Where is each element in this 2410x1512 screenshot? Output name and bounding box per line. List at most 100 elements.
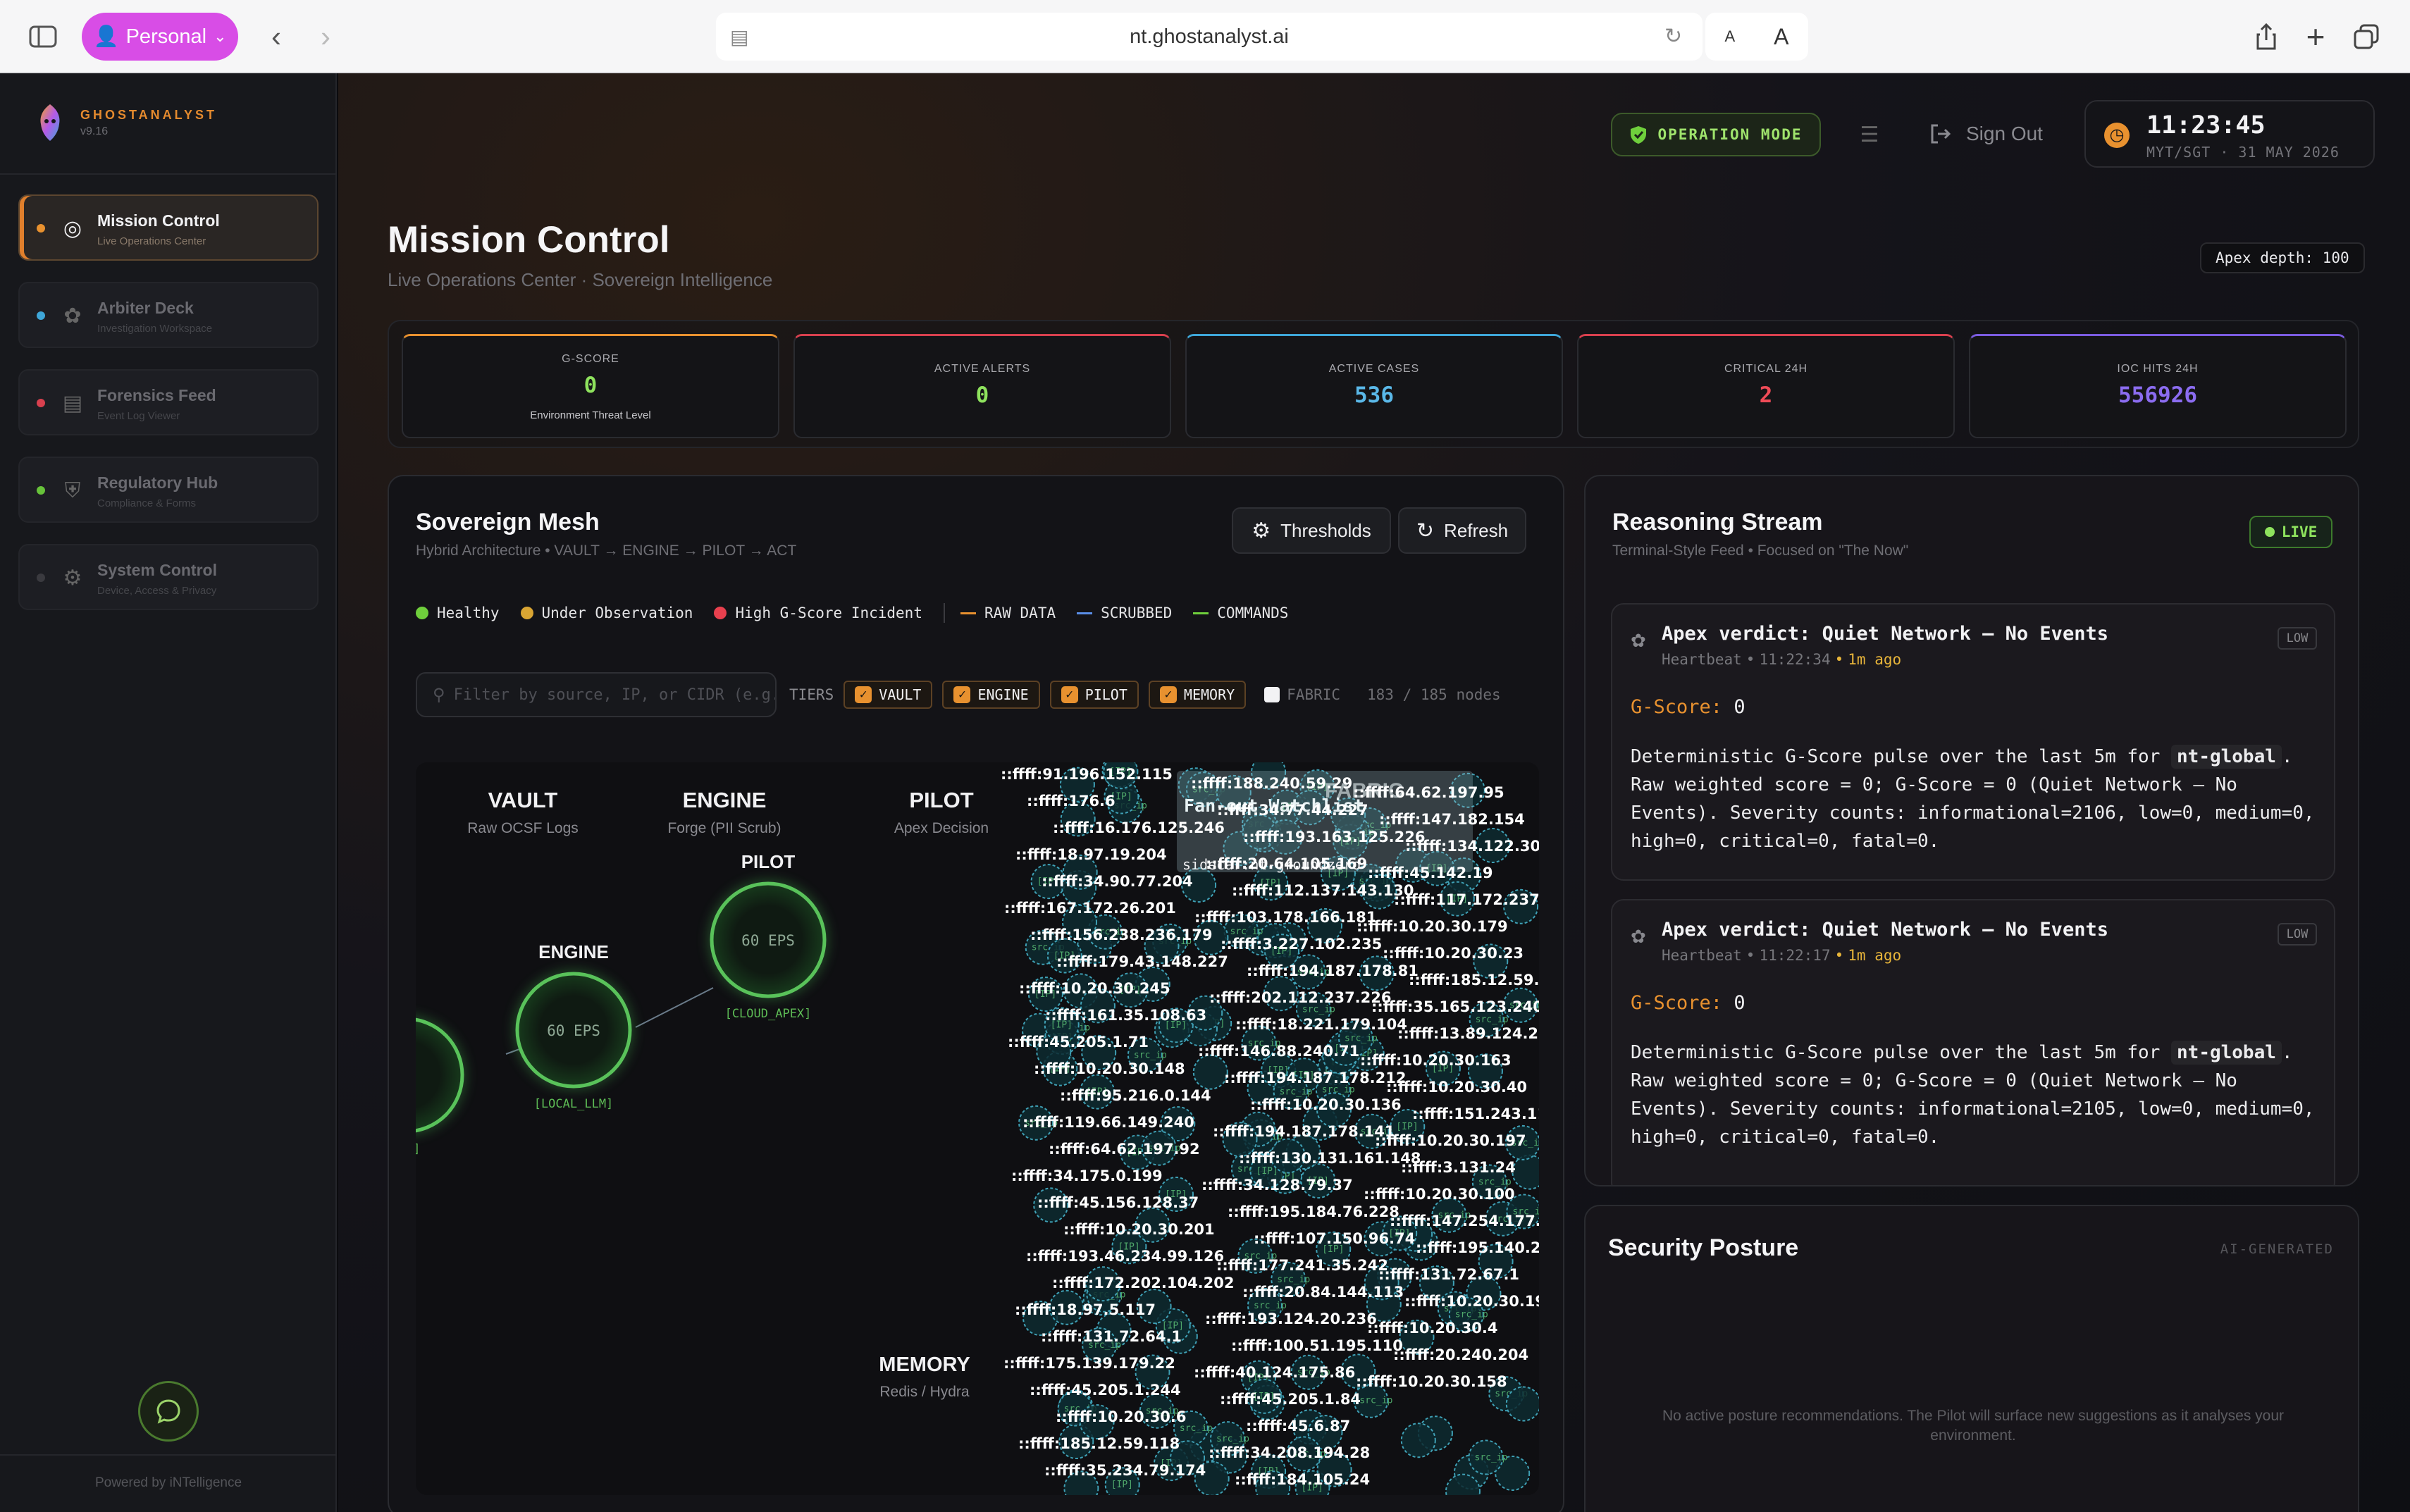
operation-mode-badge[interactable]: OPERATION MODE xyxy=(1611,113,1821,156)
checkbox[interactable] xyxy=(1264,687,1280,702)
stat-card-critical-24h[interactable]: CRITICAL 24H 2 xyxy=(1577,334,1955,438)
mesh-filter-input[interactable]: ⚲ Filter by source, IP, or CIDR (e.g. 10… xyxy=(416,672,777,717)
forward-arrow-icon[interactable]: › xyxy=(310,18,341,55)
back-arrow-icon[interactable]: ‹ xyxy=(261,18,292,55)
text-larger-button[interactable]: A xyxy=(1774,24,1788,50)
sign-out-button[interactable]: Sign Out xyxy=(1929,120,2043,148)
sidebar-item-sublabel: Live Operations Center xyxy=(97,235,206,247)
mesh-node-pilot[interactable]: PILOT 60 EPS [CLOUD_APEX] xyxy=(707,851,829,1021)
share-icon[interactable] xyxy=(2251,18,2282,55)
tier-toggle-engine[interactable]: ✓ ENGINE xyxy=(942,681,1040,709)
stream-card[interactable]: ✿ Apex verdict: Quiet Network — No Events… xyxy=(1611,899,2335,1185)
fabric-node[interactable] xyxy=(1400,1423,1436,1458)
text-smaller-button[interactable]: A xyxy=(1724,27,1735,46)
mesh-graph-canvas[interactable]: VAULT Raw OCSF Logs ENGINE Forge (PII Scrub… xyxy=(416,762,1539,1495)
stream-card[interactable]: ✿ Apex verdict: Quiet Network — No Events… xyxy=(1611,603,2335,881)
ip-label: ::ffff:10.20.30.179 xyxy=(1357,918,1508,935)
node-tag: [CLOUD_APEX] xyxy=(725,1007,812,1021)
ip-label: ::ffff:91.196.152.115 xyxy=(1001,766,1173,783)
ip-label: ::ffff:10.20.30.158 xyxy=(1356,1373,1507,1390)
ip-label: ::ffff:188.240.59.29 xyxy=(1191,775,1352,792)
mesh-node-engine[interactable]: ENGINE 60 EPS [LOCAL_LLM] xyxy=(513,941,634,1111)
ip-label: ::ffff:10.20.30.100 xyxy=(1364,1186,1515,1203)
target-icon: ◎ xyxy=(63,217,82,240)
fabric-node[interactable] xyxy=(1512,1154,1539,1190)
sign-out-icon xyxy=(1931,124,1951,144)
stat-label: ACTIVE ALERTS xyxy=(934,363,1031,375)
clock-icon: ◷ xyxy=(2104,123,2130,148)
ip-label: ::ffff:10.20.30.148 xyxy=(1034,1060,1185,1077)
divider xyxy=(0,173,337,175)
stat-card-active-cases[interactable]: ACTIVE CASES 536 xyxy=(1185,334,1563,438)
stat-value: 536 xyxy=(1354,383,1394,408)
menu-icon[interactable]: ☰ xyxy=(1858,123,1881,147)
stream-subtitle: Terminal-Style Feed • Focused on "The No… xyxy=(1612,543,1909,559)
chevron-down-icon: ⌄ xyxy=(214,27,227,45)
tier-toggle-memory[interactable]: ✓ MEMORY xyxy=(1148,681,1247,709)
reload-icon[interactable]: ↻ xyxy=(1664,24,1682,49)
fabric-node-tag: src_ip xyxy=(1254,1301,1287,1311)
stat-card-g-score[interactable]: G-SCORE 0 Environment Threat Level xyxy=(402,334,779,438)
ip-label: ::ffff:18.97.19.204 xyxy=(1015,846,1167,863)
sidebar-item-sublabel: Device, Access & Privacy xyxy=(97,585,217,597)
checkbox-checked-icon: ✓ xyxy=(1061,686,1078,703)
fabric-node-tag: src_ip xyxy=(1455,1310,1488,1320)
severity-badge: LOW xyxy=(2278,923,2317,946)
scope-code: nt-global xyxy=(2171,745,2282,769)
text-size-control: A A xyxy=(1705,13,1808,61)
gscore-value: 0 xyxy=(1734,696,1745,718)
sidebar-item-forensics-feed[interactable]: ▤ Forensics Feed Event Log Viewer xyxy=(18,369,319,435)
mesh-node-t[interactable]: TPSULT] xyxy=(416,986,466,1156)
operation-mode-label: OPERATION MODE xyxy=(1657,126,1803,143)
checkbox-checked-icon: ✓ xyxy=(855,686,872,703)
sidebar-item-arbiter-deck[interactable]: ✿ Arbiter Deck Investigation Workspace xyxy=(18,282,319,348)
sidebar-toggle-icon[interactable] xyxy=(25,18,61,55)
page-settings-icon[interactable]: ▤ xyxy=(730,25,748,49)
tab-overview-icon[interactable] xyxy=(2351,18,2382,55)
chat-icon[interactable] xyxy=(138,1381,199,1442)
sidebar-item-system-control[interactable]: ⚙ System Control Device, Access & Privacy xyxy=(18,544,319,610)
mesh-graph[interactable]: VAULT Raw OCSF Logs ENGINE Forge (PII Scrub… xyxy=(416,762,1539,1495)
ip-label: ::ffff:112.137.143.130 xyxy=(1232,882,1414,899)
tier-toggle-vault[interactable]: ✓ VAULT xyxy=(844,681,933,709)
ip-label: ::ffff:130.131.161.148 xyxy=(1239,1150,1421,1167)
ip-label: ::ffff:176.6 xyxy=(1027,793,1116,810)
profile-button[interactable]: 👤 Personal ⌄ xyxy=(82,13,238,61)
status-dot xyxy=(37,224,45,233)
fabric-toggle[interactable]: FABRIC xyxy=(1264,686,1340,703)
card-gscore: G-Score: 0 xyxy=(1631,992,1745,1014)
new-tab-icon[interactable]: + xyxy=(2300,18,2331,55)
ip-label: ::ffff:20.240.204 xyxy=(1393,1346,1528,1363)
refresh-button[interactable]: ↻ Refresh xyxy=(1398,507,1526,554)
ip-label: ::ffff:34.208.194.28 xyxy=(1209,1444,1370,1461)
ip-label: ::ffff:134.122.30.157 xyxy=(1405,838,1539,855)
fabric-node-tag: src_ip xyxy=(1216,1434,1249,1444)
brand[interactable]: GHOSTANALYST v9.16 xyxy=(35,103,217,142)
page-subtitle: Live Operations Center · Sovereign Intel… xyxy=(388,269,773,290)
ip-label: ::ffff:20.84.144.113 xyxy=(1242,1284,1404,1301)
tier-toggle-pilot[interactable]: ✓ PILOT xyxy=(1049,681,1139,709)
ip-label: ::ffff:193.46.234.99.126 xyxy=(1026,1248,1224,1265)
stats-bar: G-SCORE 0 Environment Threat Level ACTIVE A… xyxy=(388,320,2359,448)
reasoning-stream-panel: Reasoning Stream Terminal-Style Feed • F… xyxy=(1584,475,2359,1186)
node-tag: ULT] xyxy=(416,1142,420,1156)
stat-card-ioc-hits-24h[interactable]: IOC HITS 24H 556926 xyxy=(1969,334,2347,438)
stat-value: 0 xyxy=(583,373,598,398)
address-bar[interactable]: ▤ nt.ghostanalyst.ai ↻ xyxy=(716,13,1703,61)
sidebar-item-regulatory-hub[interactable]: ⛨ Regulatory Hub Compliance & Forms xyxy=(18,457,319,523)
ip-label: ::ffff:184.105.24 xyxy=(1235,1471,1370,1488)
sidebar-item-sublabel: Investigation Workspace xyxy=(97,323,213,335)
apex-depth-badge: Apex depth: 100 xyxy=(2200,242,2365,273)
thresholds-button[interactable]: ⚙ Thresholds xyxy=(1232,507,1391,554)
sidebar-item-mission-control[interactable]: ◎ Mission Control Live Operations Center xyxy=(18,194,319,261)
fabric-node-tag: src_ip xyxy=(1476,1015,1509,1025)
legend-healthy: Healthy xyxy=(416,605,500,621)
fabric-node[interactable] xyxy=(1192,1054,1228,1090)
fabric-node[interactable] xyxy=(1505,1386,1539,1422)
ip-label: ::ffff:10.20.30.163 xyxy=(1360,1052,1512,1069)
ip-label: ::ffff:147.254.177.93 xyxy=(1390,1213,1539,1229)
refresh-label: Refresh xyxy=(1444,519,1509,541)
tiers-label: TIERS xyxy=(789,686,834,703)
fabric-node-tag: [IP] xyxy=(1111,1480,1133,1490)
stat-card-active-alerts[interactable]: ACTIVE ALERTS 0 xyxy=(793,334,1171,438)
